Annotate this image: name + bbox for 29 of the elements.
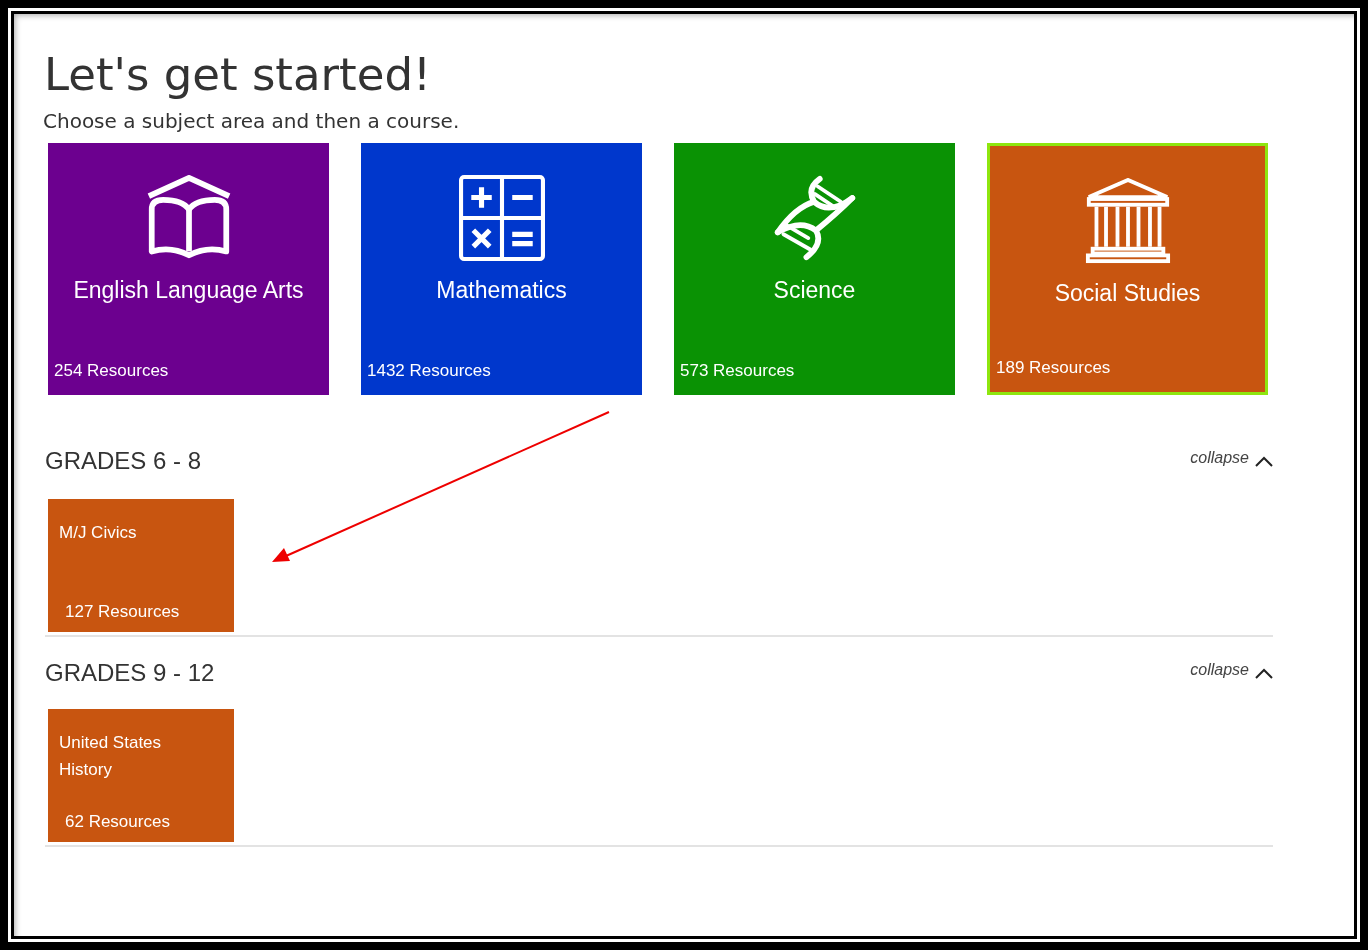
- subject-tile[interactable]: Mathematics 1432 Resources: [361, 143, 642, 395]
- course-name: United States History: [59, 732, 163, 781]
- collapse-link[interactable]: collapse: [1190, 449, 1273, 467]
- page-heading: Let's get started!: [44, 47, 433, 103]
- course-tile[interactable]: M/J Civics 127 Resources: [48, 499, 234, 632]
- grade-heading: GRADES 6 - 8: [45, 449, 202, 473]
- subject-name: English Language Arts: [73, 277, 304, 304]
- subject-name: Mathematics: [436, 277, 567, 304]
- grade-heading: GRADES 9 - 12: [45, 661, 215, 685]
- resource-count: 254 Resources: [54, 361, 169, 381]
- calculator-icon: [458, 175, 545, 261]
- subject-name: Science: [773, 277, 856, 304]
- subject-name: Social Studies: [1054, 280, 1201, 307]
- course-name: M/J Civics: [59, 522, 138, 544]
- book-icon: [145, 175, 232, 261]
- page-subtitle: Choose a subject area and then a course.: [43, 109, 461, 133]
- subject-tile[interactable]: English Language Arts 254 Resources: [48, 143, 329, 395]
- resource-count: 189 Resources: [996, 358, 1111, 378]
- resource-count: 1432 Resources: [367, 361, 491, 381]
- columned-building-icon: [1084, 178, 1171, 264]
- resource-count: 127 Resources: [65, 602, 180, 622]
- chevron-up-icon: [1255, 455, 1273, 467]
- subject-tile[interactable]: Science 573 Resources: [674, 143, 955, 395]
- course-tile[interactable]: United States History 62 Resources: [48, 709, 234, 842]
- resource-count: 573 Resources: [680, 361, 795, 381]
- chevron-up-icon: [1255, 667, 1273, 679]
- resource-count: 62 Resources: [65, 812, 170, 832]
- subject-tile[interactable]: Social Studies 189 Resources: [987, 143, 1268, 395]
- collapse-link[interactable]: collapse: [1190, 661, 1273, 679]
